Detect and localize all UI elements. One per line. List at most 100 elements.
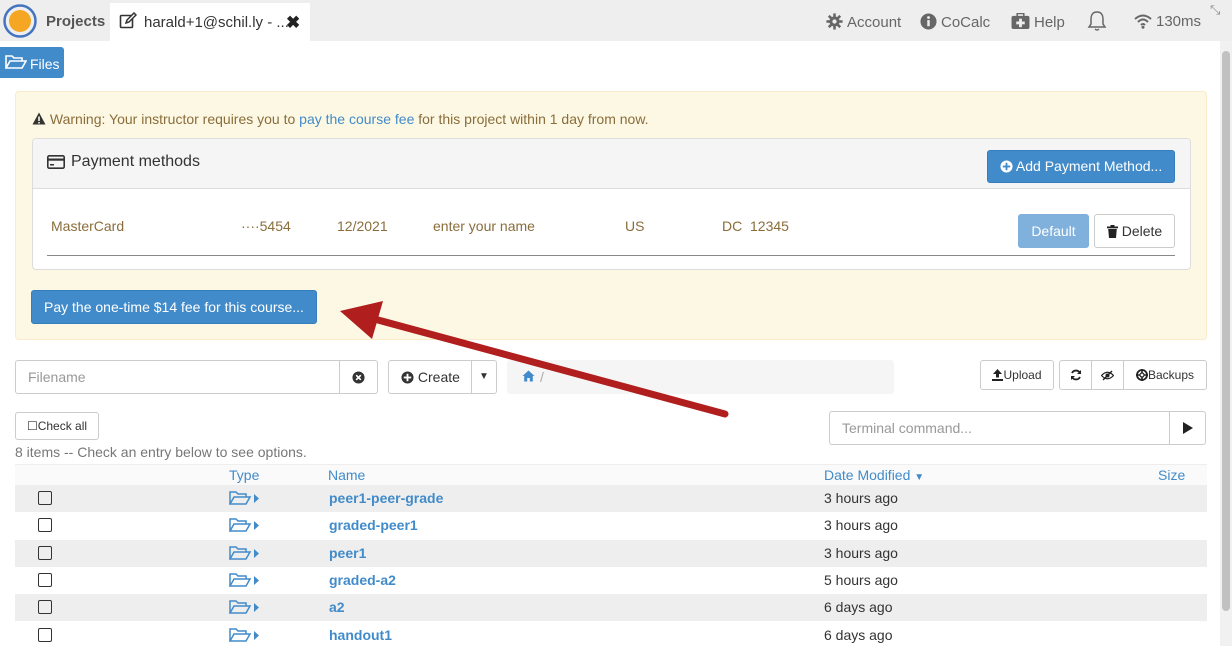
notifications-button[interactable] [1087,10,1111,33]
file-date: 5 hours ago [824,571,898,588]
vertical-scrollbar[interactable] [1220,41,1232,646]
upload-label: Upload [1003,368,1042,382]
account-nav[interactable]: Account [826,13,901,31]
create-dropdown-toggle[interactable]: ▼ [471,360,497,394]
help-label: Help [1034,14,1065,31]
account-label: Account [847,14,902,31]
pay-course-fee-button[interactable]: Pay the one-time $14 fee for this course… [31,290,317,324]
payment-methods-title-text: Payment methods [71,153,200,170]
folder-open-icon [5,55,27,69]
create-button[interactable]: Create [388,360,472,394]
gear-icon [826,13,843,30]
clear-search-button[interactable] [340,360,378,394]
row-checkbox[interactable] [38,491,52,505]
row-checkbox[interactable] [38,627,52,642]
delete-card-button[interactable]: Delete [1094,214,1175,248]
files-button[interactable]: Files [0,47,64,78]
cocalc-nav[interactable]: CoCalc [920,13,990,31]
row-checkbox[interactable] [38,572,52,587]
projects-tab[interactable]: Projects [46,13,105,30]
file-date: 3 hours ago [824,490,898,506]
card-brand: MasterCard [51,218,125,234]
name-column-header[interactable]: Name [328,467,365,483]
file-name[interactable]: peer1-peer-grade [329,490,443,506]
file-table-header: Type Name Date Modified ▼ Size [15,464,1207,485]
info-icon [920,13,937,30]
row-checkbox[interactable] [38,518,52,533]
default-card-button[interactable]: Default [1018,214,1089,248]
size-column-header[interactable]: Size [1158,467,1185,483]
folder-icon[interactable] [228,572,261,591]
card-country: US [625,218,645,234]
refresh-button[interactable] [1059,360,1092,390]
credit-card-icon [47,155,65,169]
card-divider [47,255,1175,256]
wifi-icon [1134,14,1152,29]
folder-icon[interactable] [228,545,261,564]
file-name[interactable]: a2 [329,599,345,615]
folder-icon[interactable] [228,490,261,509]
bell-icon [1087,11,1107,31]
create-label: Create [417,369,460,385]
run-terminal-button[interactable] [1169,411,1206,445]
scrollbar-thumb[interactable] [1222,51,1230,611]
life-ring-icon [1135,369,1148,381]
connection-status[interactable]: 130ms [1134,13,1201,30]
add-payment-method-label: Add Payment Method... [1015,158,1163,174]
table-row[interactable]: graded-a2 5 hours ago [15,567,1207,594]
filename-search-input[interactable]: Filename [15,360,340,394]
row-checkbox[interactable] [38,600,52,615]
check-all-button[interactable]: ☐Check all [15,412,99,440]
file-date: 6 days ago [824,599,893,616]
cocalc-label: CoCalc [941,14,991,31]
play-icon [1183,422,1193,434]
table-row[interactable]: graded-peer1 3 hours ago [15,512,1207,539]
type-column-header[interactable]: Type [229,467,259,483]
file-name[interactable]: handout1 [329,627,392,643]
caret-down-icon: ▼ [914,472,925,483]
payment-methods-title: Payment methods [47,153,200,171]
file-name[interactable]: graded-a2 [329,572,396,588]
file-tab[interactable]: harald+1@schil.ly - ... ✖ [110,3,310,41]
plus-circle-icon [401,371,414,384]
table-row[interactable]: peer1-peer-grade 3 hours ago [15,485,1207,512]
home-icon[interactable] [522,370,535,382]
file-date: 6 days ago [824,626,893,643]
table-row[interactable]: a2 6 days ago [15,594,1207,622]
row-checkbox[interactable] [38,545,52,560]
pay-course-fee-link[interactable]: pay the course fee [299,111,414,127]
card-name: enter your name [433,218,535,234]
add-payment-method-button[interactable]: Add Payment Method... [987,150,1175,183]
compress-icon[interactable]: ⤡ [1210,2,1220,18]
cocalc-logo-icon[interactable] [3,4,37,38]
date-column-label: Date Modified [824,467,911,483]
card-state-zip: DC 12345 [722,218,789,234]
card-expiry: 12/2021 [337,218,388,234]
warning-prefix: Warning: Your instructor requires you to [49,111,300,127]
times-circle-icon [352,371,365,384]
hidden-files-button[interactable] [1091,360,1124,390]
file-name[interactable]: graded-peer1 [329,517,418,533]
edit-icon [119,12,137,29]
help-nav[interactable]: Help [1011,12,1065,31]
caret-down-icon: ▼ [479,371,489,382]
file-date: 3 hours ago [824,544,898,561]
ping-label: 130ms [1156,13,1202,30]
backups-button[interactable]: Backups [1123,360,1207,390]
folder-icon[interactable] [228,627,261,646]
date-column-header[interactable]: Date Modified ▼ [824,467,924,483]
breadcrumb-separator: / [540,369,544,385]
refresh-icon [1070,369,1081,381]
warning-icon [32,112,46,125]
terminal-command-input[interactable]: Terminal command... [829,411,1170,445]
close-icon[interactable]: ✖ [286,13,300,33]
payment-methods-panel: Payment methods Add Payment Method... Ma… [32,138,1191,270]
warning-message: Warning: Your instructor requires you to… [32,111,649,127]
upload-button[interactable]: Upload [980,360,1054,390]
folder-icon[interactable] [228,599,261,618]
folder-icon[interactable] [228,517,261,536]
table-row[interactable]: handout1 6 days ago [15,622,1207,649]
table-row[interactable]: peer1 3 hours ago [15,539,1207,567]
course-fee-warning: Warning: Your instructor requires you to… [15,91,1207,340]
file-name[interactable]: peer1 [329,545,366,561]
